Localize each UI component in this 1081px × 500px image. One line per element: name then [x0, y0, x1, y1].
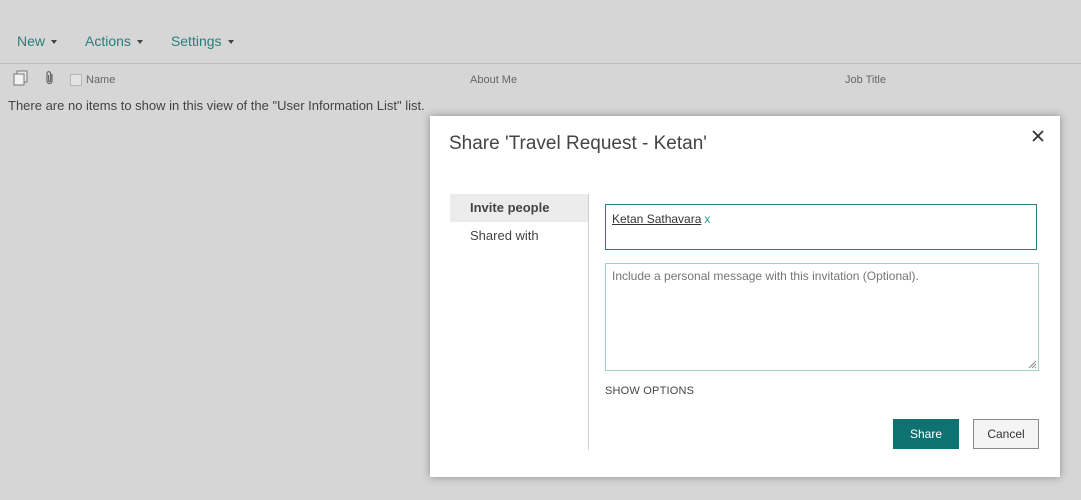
share-button[interactable]: Share	[893, 419, 959, 449]
caret-down-icon	[227, 40, 234, 44]
actions-menu-label: Actions	[85, 33, 131, 49]
column-header-job-title[interactable]: Job Title	[845, 74, 886, 86]
remove-invitee-button[interactable]: x	[704, 212, 710, 226]
empty-list-message: There are no items to show in this view …	[8, 98, 425, 113]
list-header: Name About Me Job Title	[0, 68, 1081, 90]
settings-menu[interactable]: Settings	[171, 33, 234, 49]
new-menu-label: New	[17, 33, 46, 49]
toolbar-divider	[0, 63, 1081, 64]
caret-down-icon	[136, 40, 143, 44]
resize-grip-icon[interactable]	[1027, 359, 1037, 369]
document-type-icon[interactable]	[13, 70, 29, 91]
settings-menu-label: Settings	[170, 33, 222, 49]
close-icon	[1032, 130, 1044, 142]
people-picker-input[interactable]: Ketan Sathavara x	[605, 204, 1037, 250]
column-header-about-me[interactable]: About Me	[470, 74, 517, 86]
close-button[interactable]	[1028, 126, 1048, 146]
attachment-icon[interactable]	[44, 70, 56, 91]
page: New Actions Settings Name About Me Job T	[0, 0, 1081, 500]
share-nav: Invite people Shared with	[450, 194, 588, 250]
personal-message-field[interactable]	[605, 263, 1039, 371]
dialog-title: Share 'Travel Request - Ketan'	[449, 133, 707, 154]
cancel-button[interactable]: Cancel	[973, 419, 1039, 449]
column-header-name[interactable]: Name	[86, 74, 115, 86]
toolbar: New Actions Settings	[17, 33, 262, 49]
show-options-link[interactable]: SHOW OPTIONS	[605, 385, 694, 397]
new-menu[interactable]: New	[17, 33, 58, 49]
actions-menu[interactable]: Actions	[85, 33, 143, 49]
nav-shared-with[interactable]: Shared with	[450, 222, 588, 250]
caret-down-icon	[51, 40, 58, 44]
share-dialog: Share 'Travel Request - Ketan' Invite pe…	[430, 116, 1060, 477]
nav-divider	[588, 194, 589, 450]
nav-invite-people[interactable]: Invite people	[450, 194, 588, 222]
invitee-name[interactable]: Ketan Sathavara	[612, 212, 701, 226]
select-all-checkbox[interactable]	[70, 74, 82, 86]
